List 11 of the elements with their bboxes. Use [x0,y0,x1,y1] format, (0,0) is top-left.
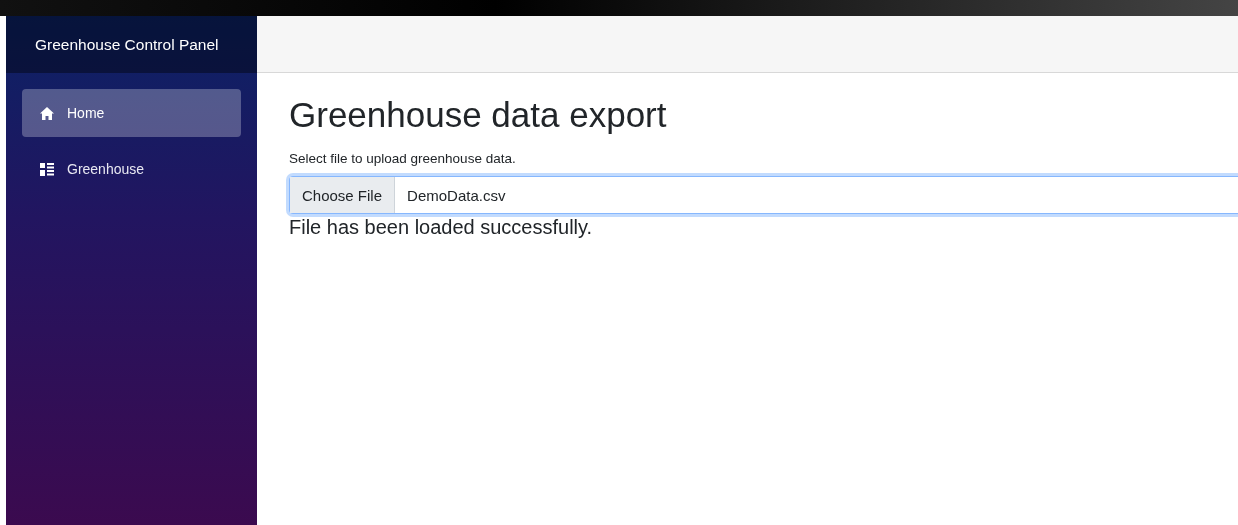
status-message: File has been loaded successfully. [289,216,594,239]
file-name: DemoData.csv [406,185,507,206]
nav-item[interactable]: Greenhouse [22,145,241,193]
app-title: Greenhouse Control Panel [35,35,219,54]
instruction-text: Select file to upload greenhouse data. [289,151,517,166]
list-icon [40,162,54,176]
choose-file-button[interactable]: Choose File [290,177,396,213]
nav-item[interactable]: Home [22,89,241,137]
page-heading: Greenhouse data export [289,94,668,136]
home-icon [40,106,54,120]
file-input[interactable]: Choose File DemoData.csv [289,176,1238,214]
